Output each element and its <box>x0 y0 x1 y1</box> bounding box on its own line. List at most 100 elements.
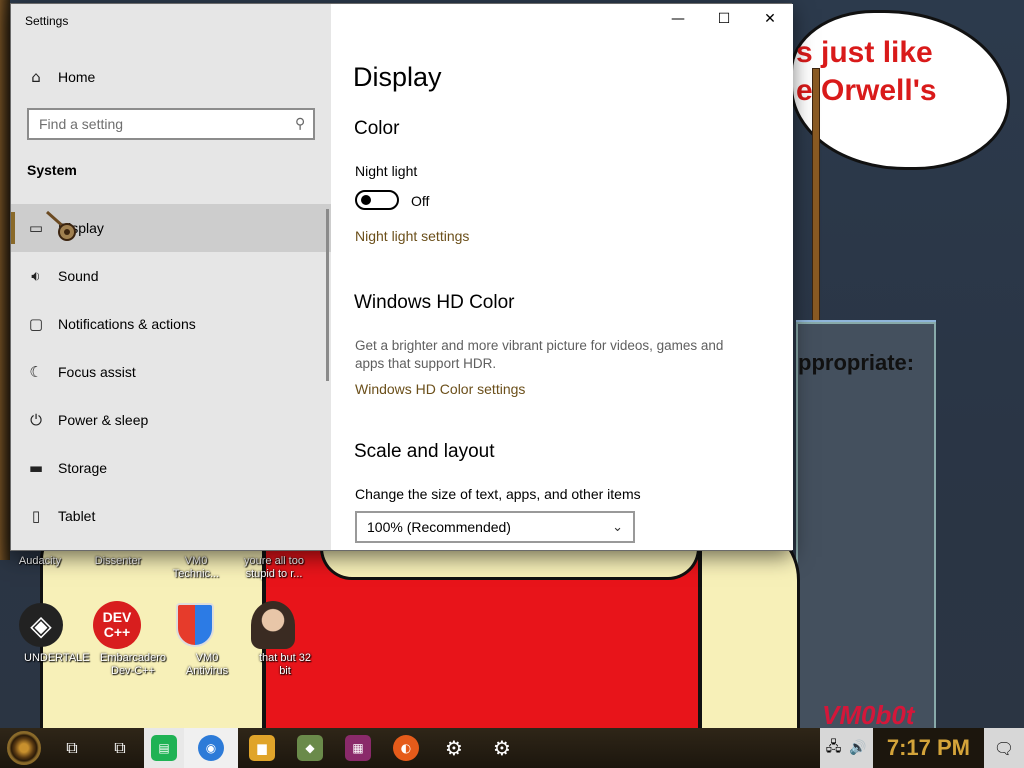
display-icon: ▭ <box>28 219 44 237</box>
sidebar-item-display[interactable]: ▭ Display <box>11 204 331 252</box>
sidebar-item-power-sleep[interactable]: ⏻ Power & sleep <box>11 396 331 444</box>
sidebar-item-tablet[interactable]: ▯ Tablet <box>11 492 331 540</box>
desktop-icon-that-but-32-bit[interactable]: that but 32 bit <box>232 600 314 677</box>
taskbar-settings[interactable]: ⚙ <box>478 728 526 768</box>
firefox-icon: ◐ <box>393 735 419 761</box>
desktop-icon-label: that but 32 bit <box>259 652 311 677</box>
desktop-icon-undertale[interactable]: ◈ UNDERTALE <box>0 600 90 664</box>
sidebar-item-focus-assist[interactable]: ☾ Focus assist <box>11 348 331 396</box>
wallpaper-text: ppropriate: <box>798 350 915 375</box>
window-controls: — ☐ ✕ <box>655 4 793 34</box>
hd-color-settings-link[interactable]: Windows HD Color settings <box>355 381 525 397</box>
search-icon[interactable]: ⚲ <box>295 116 305 132</box>
task-view-icon: ⧉ <box>66 738 78 757</box>
desktop-icon-label: Embarcadero Dev-C++ <box>100 652 167 677</box>
tablet-icon: ▯ <box>31 507 41 525</box>
window-title: Settings <box>25 14 69 28</box>
desktop-icon-vm0-antivirus[interactable]: VM0 Antivirus <box>154 600 236 677</box>
sidebar-item-storage[interactable]: ▬ Storage <box>11 444 331 492</box>
task-view-button-2[interactable]: ⧉ <box>96 728 144 768</box>
settings-content: — ☐ ✕ Display Color Night light Off Nigh… <box>331 4 793 550</box>
sidebar-scrollbar[interactable] <box>326 209 329 381</box>
sidebar-item-label: Sound <box>58 268 99 284</box>
sidebar-group-heading: System <box>27 162 77 178</box>
sidebar-item-label: Storage <box>58 460 108 476</box>
close-button[interactable]: ✕ <box>747 4 793 34</box>
game-app-icon: ◆ <box>297 735 323 761</box>
section-heading-hd-color: Windows HD Color <box>354 292 515 313</box>
nav-home[interactable]: ⌂ Home <box>11 62 331 92</box>
action-center-button[interactable]: 🗨 <box>984 728 1024 768</box>
minimize-button[interactable]: — <box>655 4 701 34</box>
power-icon: ⏻ <box>30 411 42 429</box>
scale-dropdown-value: 100% (Recommended) <box>367 519 511 535</box>
scale-dropdown[interactable]: 100% (Recommended) ⌄ <box>355 511 635 543</box>
desktop-icon-label: UNDERTALE <box>24 652 90 664</box>
toggle-knob <box>361 195 371 205</box>
notifications-icon: ▢ <box>28 315 44 333</box>
chat-app-icon: ▤ <box>151 735 177 761</box>
desktop-icon-label: VM0 Antivirus <box>185 652 229 677</box>
taskbar-chrome[interactable]: ◉ <box>184 728 238 768</box>
taskbar-winrar[interactable]: ▦ <box>334 728 382 768</box>
night-light-label: Night light <box>355 163 418 179</box>
settings-gear-icon: ⚙ <box>445 736 463 760</box>
desktop-icon-label-youre-all-too-stupid[interactable]: youre all too stupid to r... <box>236 555 312 581</box>
steampunk-cursor-icon <box>46 210 76 241</box>
taskbar-clock[interactable]: 7:17 PM <box>872 728 984 768</box>
start-button[interactable] <box>0 728 48 768</box>
taskbar-file-explorer[interactable]: ▆ <box>238 728 286 768</box>
shield-icon <box>176 603 214 647</box>
taskbar: ⧉ ⧉ ▤ ◉ ▆ ◆ ▦ ◐ ⚙ ⚙ 🖧 🔊 7:17 PM 🗨 <box>0 728 1024 768</box>
sidebar-item-label: Focus assist <box>58 364 136 380</box>
desktop-icon-label-dissenter[interactable]: Dissenter <box>88 555 148 568</box>
settings-sidebar: Settings ⌂ Home Find a setting ⚲ System … <box>11 4 331 550</box>
settings-icon: ⚙ <box>493 736 511 760</box>
sound-icon: 🔉︎ <box>31 267 41 285</box>
chevron-down-icon: ⌄ <box>612 519 623 535</box>
sidebar-item-label: Tablet <box>58 508 96 524</box>
desktop-icon-dev-cpp[interactable]: DEV C++ Embarcadero Dev-C++ <box>76 600 166 677</box>
change-size-label: Change the size of text, apps, and other… <box>355 486 641 502</box>
taskbar-firefox[interactable]: ◐ <box>382 728 430 768</box>
winrar-icon: ▦ <box>345 735 371 761</box>
task-view-2-icon: ⧉ <box>114 738 126 757</box>
search-input[interactable]: Find a setting <box>39 116 295 132</box>
portrait-icon <box>251 601 295 649</box>
task-view-button[interactable]: ⧉ <box>48 728 96 768</box>
search-box[interactable]: Find a setting ⚲ <box>27 108 315 140</box>
dev-cpp-icon: DEV C++ <box>93 601 141 649</box>
sidebar-item-label: Power & sleep <box>58 412 149 428</box>
wallpaper-panel <box>796 322 936 728</box>
maximize-button[interactable]: ☐ <box>701 4 747 34</box>
home-icon: ⌂ <box>31 68 41 86</box>
sidebar-item-sound[interactable]: 🔉︎ Sound <box>11 252 331 300</box>
night-light-settings-link[interactable]: Night light settings <box>355 228 469 244</box>
sidebar-item-label: Notifications & actions <box>58 316 196 332</box>
storage-icon: ▬ <box>28 459 44 477</box>
section-heading-scale-layout: Scale and layout <box>354 441 495 462</box>
notifications-icon: 🗨 <box>993 738 1015 758</box>
wallpaper-yellow-collar <box>320 548 700 580</box>
chrome-icon: ◉ <box>198 735 224 761</box>
steampunk-start-icon <box>7 731 41 765</box>
volume-icon[interactable]: 🔊 <box>849 740 866 756</box>
taskbar-chat-app[interactable]: ▤ <box>144 728 184 768</box>
night-light-toggle[interactable] <box>355 190 399 210</box>
sidebar-nav-list: ▭ Display 🔉︎ Sound ▢ Notifications & act… <box>11 204 331 540</box>
taskbar-settings-gear[interactable]: ⚙ <box>430 728 478 768</box>
page-title: Display <box>353 62 442 92</box>
desktop-icon-label-audacity[interactable]: Audacity <box>10 555 70 568</box>
night-light-state: Off <box>411 193 430 209</box>
file-explorer-icon: ▆ <box>249 735 275 761</box>
section-heading-color: Color <box>354 118 400 139</box>
steampunk-border <box>0 0 10 560</box>
desktop-icon-label-vm0-technic[interactable]: VM0 Technic... <box>162 555 230 581</box>
sidebar-item-notifications[interactable]: ▢ Notifications & actions <box>11 300 331 348</box>
hd-color-description: Get a brighter and more vibrant picture … <box>355 338 724 371</box>
speech-bubble-text: s just like e Orwell's <box>796 36 937 107</box>
network-icon[interactable]: 🖧 <box>826 736 842 760</box>
unity-icon: ◈ <box>19 603 63 647</box>
taskbar-game-app[interactable]: ◆ <box>286 728 334 768</box>
settings-window: Settings ⌂ Home Find a setting ⚲ System … <box>10 3 793 551</box>
